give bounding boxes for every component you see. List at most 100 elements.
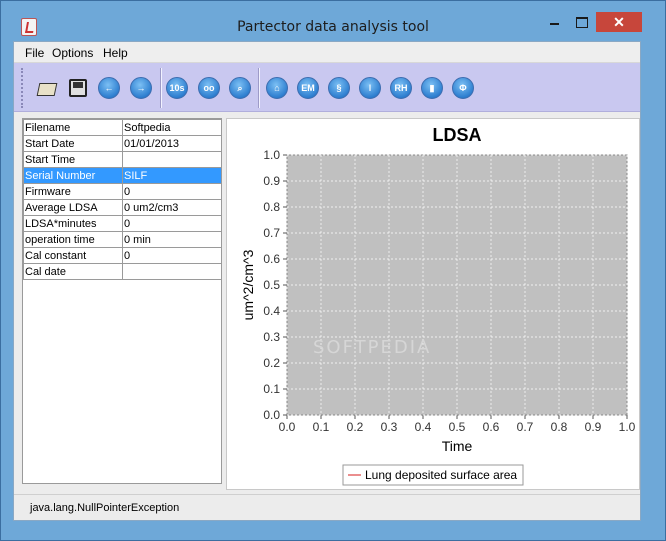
table-row[interactable]: Firmware 0 — [23, 183, 222, 200]
thermometer-icon: ǀ — [368, 83, 372, 93]
chart-title: LDSA — [433, 125, 482, 145]
property-key[interactable]: Average LDSA — [23, 199, 123, 216]
y-tick-label: 0.6 — [263, 252, 280, 266]
x-tick-label: 0.7 — [517, 420, 534, 434]
y-tick-label: 0.3 — [263, 330, 280, 344]
property-key[interactable]: Serial Number — [23, 167, 123, 184]
chart-panel: LDSA 0.0 0.1 0.2 0.3 0.4 0.5 0.6 0.7 0.8 0.9 1.0 0.0… — [226, 118, 640, 490]
y-tick-label: 0.0 — [263, 408, 280, 422]
arrow-right-icon: → — [136, 83, 146, 93]
lungs-button[interactable]: ⌂ — [266, 77, 288, 99]
open-folder-icon — [36, 83, 58, 96]
battery-button[interactable]: ▮ — [421, 77, 443, 99]
property-key[interactable]: operation time — [23, 231, 123, 248]
properties-table: Filename Softpedia Start Date 01/01/2013 Sta… — [23, 119, 222, 280]
x-tick-label: 0.0 — [279, 420, 296, 434]
property-value[interactable]: 0 um2/cm3 — [122, 199, 222, 216]
x-tick-label: 0.2 — [347, 420, 364, 434]
property-value[interactable]: SILF — [122, 167, 222, 184]
x-tick-label: 1.0 — [619, 420, 636, 434]
x-axis-label: Time — [442, 438, 473, 454]
toolbar-separator — [160, 68, 162, 108]
status-bar: java.lang.NullPointerException — [14, 494, 640, 520]
arrow-left-icon: ← — [104, 83, 114, 93]
app-window: Partector data analysis tool ✕ File Opti… — [0, 0, 666, 541]
table-row[interactable]: Start Date 01/01/2013 — [23, 135, 222, 152]
humidity-button[interactable]: RH — [390, 77, 412, 99]
softpedia-watermark: SOFTPEDIA — [313, 337, 431, 358]
menu-file[interactable]: File — [25, 46, 44, 60]
table-row[interactable]: LDSA*minutes 0 — [23, 215, 222, 232]
menu-help[interactable]: Help — [103, 46, 128, 60]
table-row[interactable]: Serial Number SILF — [23, 167, 222, 184]
y-axis-label: um^2/cm^3 — [240, 249, 256, 320]
property-key[interactable]: Firmware — [23, 183, 123, 200]
minimize-button[interactable] — [541, 12, 567, 32]
legend-label: Lung deposited surface area — [365, 468, 517, 482]
close-button[interactable]: ✕ — [596, 12, 642, 32]
table-row[interactable]: operation time 0 min — [23, 231, 222, 248]
toolbar-grip[interactable] — [21, 68, 23, 108]
table-row[interactable]: Start Time — [23, 151, 222, 168]
x-tick-label: 0.6 — [483, 420, 500, 434]
maximize-button[interactable] — [568, 12, 594, 32]
property-value[interactable]: 0 — [122, 247, 222, 264]
table-row[interactable]: Filename Softpedia — [23, 119, 222, 136]
s-curve-button[interactable]: § — [328, 77, 350, 99]
menu-bar: File Options Help — [14, 42, 640, 63]
property-key[interactable]: LDSA*minutes — [23, 215, 123, 232]
property-value[interactable]: 0 — [122, 215, 222, 232]
ten-seconds-button[interactable]: 10s — [166, 77, 188, 99]
battery-icon: ▮ — [429, 83, 435, 93]
y-tick-label: 0.1 — [263, 382, 280, 396]
property-value[interactable] — [122, 263, 222, 280]
ten-seconds-icon: 10s — [169, 83, 185, 93]
glasses-button[interactable]: oo — [198, 77, 220, 99]
property-key[interactable]: Filename — [23, 119, 123, 136]
lungs-icon: ⌂ — [274, 83, 280, 93]
y-tick-label: 0.5 — [263, 278, 280, 292]
save-floppy-icon — [69, 79, 87, 97]
table-row[interactable]: Cal date — [23, 263, 222, 280]
s-curve-icon: § — [336, 83, 342, 93]
y-tick-label: 0.8 — [263, 200, 280, 214]
ldsa-chart: LDSA 0.0 0.1 0.2 0.3 0.4 0.5 0.6 0.7 0.8 0.9 1.0 0.0… — [240, 125, 636, 486]
title-bar[interactable]: Partector data analysis tool ✕ — [1, 1, 665, 41]
property-key[interactable]: Cal constant — [23, 247, 123, 264]
y-tick-label: 0.4 — [263, 304, 280, 318]
x-tick-label: 0.9 — [585, 420, 602, 434]
zoom-button[interactable]: ⌕ — [229, 77, 251, 99]
glasses-icon: oo — [203, 83, 215, 93]
property-value[interactable]: 0 min — [122, 231, 222, 248]
phi-icon: Φ — [459, 83, 467, 93]
status-message: java.lang.NullPointerException — [30, 502, 180, 514]
property-key[interactable]: Start Date — [23, 135, 123, 152]
property-key[interactable]: Cal date — [23, 263, 123, 280]
forward-button[interactable]: → — [130, 77, 152, 99]
phi-button[interactable]: Φ — [452, 77, 474, 99]
x-tick-label: 0.5 — [449, 420, 466, 434]
table-row[interactable]: Average LDSA 0 um2/cm3 — [23, 199, 222, 216]
properties-panel: Filename Softpedia Start Date 01/01/2013 Sta… — [22, 118, 222, 484]
save-button[interactable] — [67, 77, 89, 99]
x-tick-label: 0.4 — [415, 420, 432, 434]
property-key[interactable]: Start Time — [23, 151, 123, 168]
menu-options[interactable]: Options — [52, 46, 93, 60]
property-value[interactable]: 01/01/2013 — [122, 135, 222, 152]
property-value[interactable]: 0 — [122, 183, 222, 200]
rh-icon: RH — [394, 83, 408, 93]
y-tick-label: 0.7 — [263, 226, 280, 240]
property-value[interactable]: Softpedia — [122, 119, 222, 136]
table-row[interactable]: Cal constant 0 — [23, 247, 222, 264]
temperature-button[interactable]: ǀ — [359, 77, 381, 99]
toolbar: ← → 10s oo ⌕ ⌂ EM § ǀ RH ▮ Φ — [14, 63, 640, 112]
y-tick-label: 0.9 — [263, 174, 280, 188]
y-tick-label: 1.0 — [263, 148, 280, 162]
property-value[interactable] — [122, 151, 222, 168]
x-tick-label: 0.3 — [381, 420, 398, 434]
open-button[interactable] — [36, 77, 58, 99]
em-icon: EM — [301, 83, 315, 93]
em-button[interactable]: EM — [297, 77, 319, 99]
x-tick-label: 0.1 — [313, 420, 330, 434]
back-button[interactable]: ← — [98, 77, 120, 99]
